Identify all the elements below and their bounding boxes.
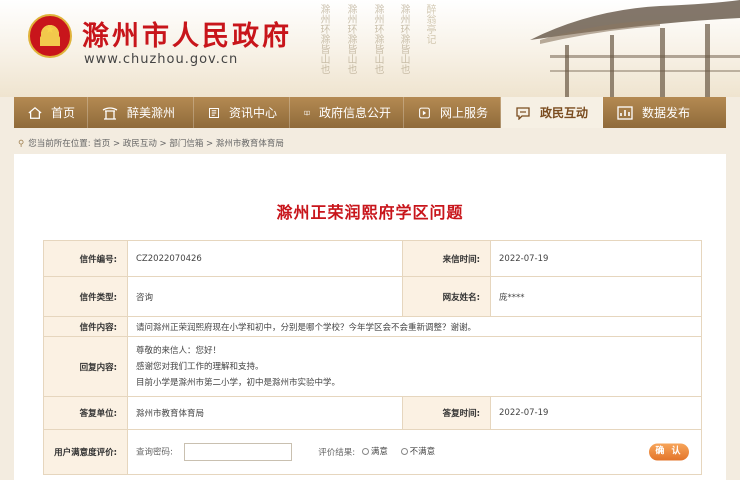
location-pin-icon: ⚲ [18, 139, 25, 149]
page-title: 滁州正荣润熙府学区问题 [276, 203, 464, 222]
nav-item-data[interactable]: 数据发布 [603, 97, 726, 128]
query-password-label: 查询密码: [136, 447, 173, 458]
chat-icon [516, 106, 530, 120]
breadcrumb: ⚲ 您当前所在位置: 首页 > 政民互动 > 部门信箱 > 滁州市教育体育局 [18, 137, 284, 149]
site-header: ★ 滁州市人民政府 www.chuzhou.gov.cn 滁州环滁皆山也 滁州环… [0, 0, 740, 97]
nav-item-gov-info[interactable]: 政府信息公开 [290, 97, 404, 128]
letter-type: 咨询 [127, 276, 403, 317]
reply-content: 尊敬的来信人：您好！ 感谢您对我们工作的理解和支持。 目前小学是滁州市第二小学，… [127, 336, 702, 397]
reply-line: 尊敬的来信人：您好！ [136, 345, 222, 356]
nav-item-online-service[interactable]: 网上服务 [404, 97, 501, 128]
letter-number-label: 信件编号: [43, 240, 128, 277]
radio-circle-icon [361, 447, 369, 455]
query-password-input[interactable] [183, 443, 292, 461]
chart-icon [617, 105, 633, 120]
national-emblem-icon: ★ [28, 14, 72, 58]
reply-date: 2022-07-19 [490, 396, 702, 430]
reply-line: 感谢您对我们工作的理解和支持。 [136, 361, 264, 372]
sender-name: 庞**** [490, 276, 702, 317]
rating-result-label: 评价结果: [318, 447, 356, 458]
breadcrumb-text[interactable]: 您当前所在位置: 首页 > 政民互动 > 部门信箱 > 滁州市教育体育局 [28, 139, 284, 149]
reply-date-label: 答复时间: [402, 396, 491, 430]
service-icon [419, 107, 430, 118]
letter-content: 请问滁州正荣润熙府现在小学和初中，分别是哪个学校？今年学区会不会重新调整？谢谢。 [127, 316, 702, 337]
rating-label: 用户满意度评价: [43, 429, 128, 475]
letter-type-label: 信件类型: [43, 276, 128, 317]
site-name[interactable]: 滁州市人民政府 [82, 14, 292, 53]
rating-row: 查询密码: 评价结果: 满意 不满意 确 认 [127, 429, 702, 475]
content-label: 信件内容: [43, 316, 128, 337]
letter-date: 2022-07-19 [490, 240, 702, 277]
reply-line: 目前小学是滁州市第二小学，初中是滁州市实验中学。 [136, 377, 341, 388]
letter-number: CZ2022070426 [127, 240, 403, 277]
nav-item-news[interactable]: 资讯中心 [194, 97, 290, 128]
nav-item-interaction[interactable]: 政民互动 [501, 97, 603, 128]
radio-circle-icon [400, 447, 408, 455]
reply-unit: 滁州市教育体育局 [127, 396, 403, 430]
reply-unit-label: 答复单位: [43, 396, 128, 430]
letter-detail-table: 信件编号: CZ2022070426 来信时间: 2022-07-19 信件类型… [43, 240, 702, 475]
radio-satisfied[interactable]: 满意 [361, 445, 388, 457]
reply-label: 回复内容: [43, 336, 128, 397]
decorative-calligraphy: 醉翁亭记 [424, 4, 435, 44]
main-nav: 首页 醉美滁州 资讯中心 政府信息公开 网上服务 政民互动 数据发布 [14, 97, 726, 128]
pavilion-illustration [530, 0, 740, 97]
site-url: www.chuzhou.gov.cn [84, 52, 239, 67]
nav-item-scenic[interactable]: 醉美滁州 [88, 97, 194, 128]
pavilion-icon [102, 106, 118, 120]
radio-unsatisfied[interactable]: 不满意 [400, 445, 435, 457]
sender-label: 网友姓名: [402, 276, 491, 317]
confirm-button[interactable]: 确 认 [649, 443, 689, 461]
decorative-calligraphy: 滁州环滁皆山也 [372, 4, 383, 74]
nav-item-home[interactable]: 首页 [14, 97, 88, 128]
home-icon [28, 106, 42, 119]
letter-panel: 滁州正荣润熙府学区问题 信件编号: CZ2022070426 来信时间: 202… [14, 154, 726, 480]
book-icon [304, 110, 310, 115]
letter-date-label: 来信时间: [402, 240, 491, 277]
decorative-calligraphy: 滁州环滁皆山也 [345, 4, 356, 74]
news-icon [209, 107, 219, 118]
decorative-calligraphy: 滁州环滁皆山也 [398, 4, 409, 74]
decorative-calligraphy: 滁州环滁皆山也 [318, 4, 329, 74]
